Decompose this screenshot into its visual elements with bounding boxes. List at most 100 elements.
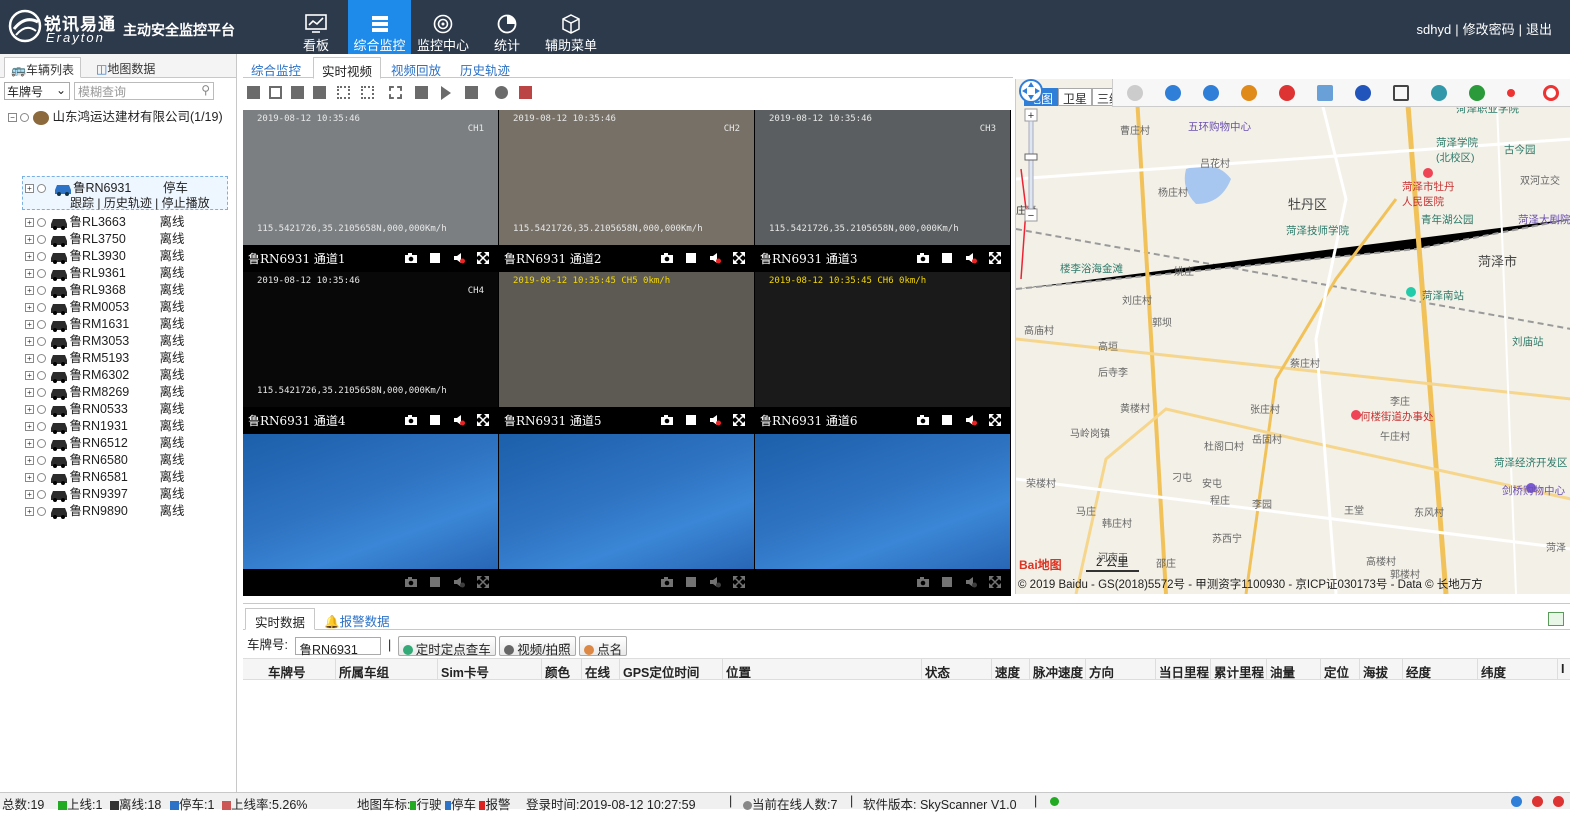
clear-icon[interactable] [1241, 85, 1257, 101]
record-icon[interactable] [1507, 89, 1515, 97]
tab-realtime-data[interactable]: 实时数据 [245, 608, 316, 630]
vehicle-row[interactable]: + 鲁RN1931 离线 [25, 415, 185, 434]
column-divider[interactable] [921, 659, 922, 679]
panel-toggle-button[interactable] [1548, 612, 1564, 626]
vehicle-row[interactable]: + 鲁RN6512 离线 [25, 432, 185, 451]
stop-all-icon[interactable] [465, 86, 478, 99]
vehicle-row-selected[interactable]: + 鲁RN6931 停车 [25, 177, 188, 196]
nav-dashboard[interactable]: 看板 [294, 0, 338, 54]
tab-history-track[interactable]: 历史轨迹 [452, 57, 518, 79]
checkbox[interactable] [37, 473, 47, 483]
fullscreen-icon[interactable] [477, 414, 489, 426]
video-feed[interactable] [499, 434, 754, 569]
rectangle-select-icon[interactable] [1317, 85, 1333, 101]
column-divider[interactable] [1266, 659, 1267, 679]
column-header[interactable]: 方向 [1089, 662, 1114, 681]
stop-icon[interactable] [685, 414, 697, 426]
fullscreen-icon[interactable] [989, 576, 1001, 588]
column-divider[interactable] [335, 659, 336, 679]
alarm-icon[interactable] [1553, 796, 1564, 808]
column-header[interactable]: Sim卡号 [441, 662, 489, 681]
checkbox[interactable] [37, 303, 47, 313]
column-divider[interactable] [722, 659, 723, 679]
expand-icon[interactable]: + [25, 456, 34, 466]
fullscreen-icon[interactable] [477, 576, 489, 588]
expand-icon[interactable]: + [25, 303, 34, 313]
checkbox[interactable] [37, 371, 47, 381]
column-header[interactable]: 脉冲速度 [1033, 662, 1083, 681]
vehicle-row[interactable]: + 鲁RM5193 离线 [25, 347, 185, 366]
column-header[interactable]: 在线 [585, 662, 610, 681]
zoom-out-icon[interactable] [1203, 85, 1219, 101]
collapse-icon[interactable]: − [8, 113, 17, 123]
snapshot-all-icon[interactable] [415, 86, 428, 99]
circle-select-icon[interactable] [1355, 85, 1371, 101]
stop-icon[interactable] [429, 414, 441, 426]
video-cell[interactable]: 2019-08-12 10:35:45 CH5 0km/h 鲁RN6931 通道5 [499, 272, 754, 433]
expand-icon[interactable]: + [25, 354, 34, 364]
snapshot-icon[interactable] [917, 576, 929, 588]
mute-icon[interactable] [453, 414, 465, 426]
fullscreen-grid-icon[interactable] [389, 86, 402, 99]
map-canvas[interactable] [1016, 79, 1570, 594]
layout-8-icon[interactable] [313, 86, 326, 99]
expand-icon[interactable]: + [25, 269, 34, 279]
column-divider[interactable] [1210, 659, 1211, 679]
alarm-sound-icon[interactable] [1532, 796, 1543, 808]
expand-icon[interactable]: + [25, 473, 34, 483]
vehicle-row[interactable]: + 鲁RM0053 离线 [25, 296, 185, 315]
fullscreen-icon[interactable] [733, 252, 745, 264]
expand-icon[interactable]: + [25, 184, 34, 194]
settings-icon[interactable] [495, 86, 508, 99]
column-divider[interactable] [1029, 659, 1030, 679]
column-divider[interactable] [1477, 659, 1478, 679]
snapshot-icon[interactable] [405, 252, 417, 264]
checkbox[interactable] [37, 184, 47, 194]
checkbox[interactable] [37, 490, 47, 500]
history-track-link[interactable]: 历史轨迹 [104, 196, 152, 210]
checkbox[interactable] [37, 405, 47, 415]
column-divider[interactable] [581, 659, 582, 679]
network-icon[interactable] [1511, 796, 1522, 808]
expand-icon[interactable]: + [25, 337, 34, 347]
nav-monitoring-center[interactable]: 监控中心 [416, 0, 470, 54]
column-divider[interactable] [437, 659, 438, 679]
vehicle-row[interactable]: + 鲁RM3053 离线 [25, 330, 185, 349]
checkbox[interactable] [37, 269, 47, 279]
expand-icon[interactable]: + [25, 218, 34, 228]
snapshot-icon[interactable] [405, 414, 417, 426]
column-header[interactable]: 油量 [1270, 662, 1295, 681]
fullscreen-icon[interactable] [989, 252, 1001, 264]
search-icon[interactable]: ⚲ [201, 83, 210, 97]
vehicle-row[interactable]: + 鲁RL3930 离线 [25, 245, 185, 264]
vehicle-row[interactable]: + 鲁RL9361 离线 [25, 262, 185, 281]
column-header[interactable]: GPS定位时间 [623, 662, 699, 681]
fullscreen-icon[interactable] [733, 414, 745, 426]
expand-icon[interactable]: + [25, 252, 34, 262]
stop-icon[interactable] [941, 252, 953, 264]
column-divider[interactable] [541, 659, 542, 679]
column-divider[interactable] [1402, 659, 1403, 679]
stop-playback-link[interactable]: 停止播放 [162, 196, 210, 210]
nav-aux-menu[interactable]: 辅助菜单 [544, 0, 598, 54]
video-cell[interactable]: 2019-08-12 10:35:46 CH3 115.5421726,35.210… [755, 110, 1010, 271]
mute-icon[interactable] [453, 576, 465, 588]
column-header[interactable]: 经度 [1406, 662, 1431, 681]
expand-icon[interactable]: + [25, 405, 34, 415]
video-cell[interactable] [755, 434, 1010, 595]
mute-all-icon[interactable] [519, 86, 532, 99]
mute-icon[interactable] [709, 252, 721, 264]
column-divider[interactable] [1085, 659, 1086, 679]
layout-9-icon[interactable] [337, 86, 350, 99]
roll-call-button[interactable]: 点名 [579, 635, 628, 657]
column-header[interactable]: 车牌号 [268, 662, 306, 681]
snapshot-icon[interactable] [661, 576, 673, 588]
stop-icon[interactable] [685, 252, 697, 264]
vehicle-row[interactable]: + 鲁RM8269 离线 [25, 381, 185, 400]
column-header[interactable]: 颜色 [545, 662, 570, 681]
search-input[interactable]: 模糊查询 ⚲ [74, 82, 214, 100]
route-icon[interactable] [1431, 85, 1447, 101]
mute-icon[interactable] [709, 576, 721, 588]
vehicle-row[interactable]: + 鲁RL3750 离线 [25, 228, 185, 247]
mute-icon[interactable] [965, 414, 977, 426]
